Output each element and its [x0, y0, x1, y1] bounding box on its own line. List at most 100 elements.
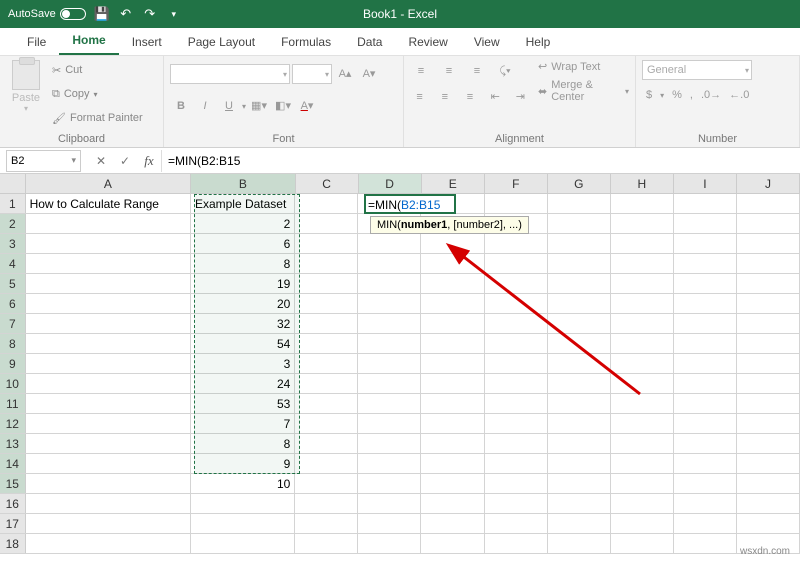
- cell[interactable]: 2: [191, 214, 295, 233]
- tab-view[interactable]: View: [461, 29, 513, 55]
- cell[interactable]: [26, 354, 191, 373]
- cell[interactable]: [295, 354, 358, 373]
- cell[interactable]: [674, 494, 737, 513]
- percent-button[interactable]: %: [672, 89, 682, 101]
- cell[interactable]: [295, 194, 358, 213]
- cell[interactable]: [485, 274, 548, 293]
- format-painter-button[interactable]: 🖌Format Painter: [52, 108, 143, 128]
- cell[interactable]: 8: [191, 434, 295, 453]
- cell[interactable]: [674, 314, 737, 333]
- tab-insert[interactable]: Insert: [119, 29, 175, 55]
- cell[interactable]: [611, 334, 674, 353]
- row-header[interactable]: 6: [0, 294, 26, 313]
- cell[interactable]: [548, 374, 611, 393]
- cell[interactable]: [358, 354, 421, 373]
- cell[interactable]: [295, 214, 358, 233]
- row-header[interactable]: 5: [0, 274, 26, 293]
- cell[interactable]: [295, 514, 358, 533]
- increase-indent-icon[interactable]: ⇥: [511, 86, 530, 108]
- cell[interactable]: [26, 334, 191, 353]
- cell[interactable]: 19: [191, 274, 295, 293]
- row-header[interactable]: 12: [0, 414, 26, 433]
- cell[interactable]: [485, 394, 548, 413]
- cell[interactable]: [295, 394, 358, 413]
- cell[interactable]: [421, 534, 484, 553]
- cell[interactable]: [674, 454, 737, 473]
- cell[interactable]: [295, 434, 358, 453]
- cell[interactable]: [737, 414, 800, 433]
- cell[interactable]: 9: [191, 454, 295, 473]
- cell[interactable]: [421, 514, 484, 533]
- select-all-corner[interactable]: [0, 174, 26, 193]
- cell[interactable]: [485, 374, 548, 393]
- cell[interactable]: [611, 234, 674, 253]
- cell[interactable]: [26, 414, 191, 433]
- row-header[interactable]: 18: [0, 534, 26, 553]
- col-header-c[interactable]: C: [296, 174, 359, 193]
- cell[interactable]: [358, 234, 421, 253]
- col-header-a[interactable]: A: [26, 174, 192, 193]
- cell[interactable]: [295, 314, 358, 333]
- cell[interactable]: [674, 534, 737, 553]
- row-header[interactable]: 13: [0, 434, 26, 453]
- currency-button[interactable]: $: [646, 89, 652, 101]
- number-format-select[interactable]: General: [642, 60, 752, 80]
- cell[interactable]: [485, 194, 548, 213]
- cell[interactable]: [737, 274, 800, 293]
- cell[interactable]: Example Dataset: [191, 194, 295, 213]
- cell[interactable]: [611, 294, 674, 313]
- cell[interactable]: [26, 374, 191, 393]
- cell[interactable]: 10: [191, 474, 295, 493]
- cell[interactable]: [674, 294, 737, 313]
- increase-font-icon[interactable]: A▴: [334, 63, 356, 85]
- col-header-i[interactable]: I: [674, 174, 737, 193]
- cell[interactable]: [295, 334, 358, 353]
- row-header[interactable]: 11: [0, 394, 26, 413]
- cell[interactable]: [295, 374, 358, 393]
- cell[interactable]: [358, 514, 421, 533]
- decrease-indent-icon[interactable]: ⇤: [486, 86, 505, 108]
- cell[interactable]: [191, 494, 295, 513]
- font-size-select[interactable]: [292, 64, 332, 84]
- cell[interactable]: [358, 254, 421, 273]
- cell[interactable]: [548, 314, 611, 333]
- cell[interactable]: [358, 274, 421, 293]
- align-middle-icon[interactable]: ≡: [438, 60, 460, 82]
- cell[interactable]: [737, 374, 800, 393]
- name-box[interactable]: B2: [6, 150, 81, 172]
- cell[interactable]: [421, 454, 484, 473]
- cell[interactable]: [674, 394, 737, 413]
- cell[interactable]: [737, 454, 800, 473]
- cell[interactable]: [674, 194, 737, 213]
- cell[interactable]: [674, 354, 737, 373]
- cell[interactable]: [485, 254, 548, 273]
- align-right-icon[interactable]: ≡: [460, 86, 479, 108]
- row-header[interactable]: 10: [0, 374, 26, 393]
- cell[interactable]: [674, 434, 737, 453]
- cell[interactable]: [548, 254, 611, 273]
- customize-qat-icon[interactable]: ▾: [166, 9, 182, 20]
- cell[interactable]: [26, 314, 191, 333]
- cell[interactable]: [485, 234, 548, 253]
- col-header-b[interactable]: B: [191, 174, 295, 193]
- cell[interactable]: [611, 314, 674, 333]
- cell[interactable]: [26, 514, 191, 533]
- bold-button[interactable]: B: [170, 95, 192, 117]
- cell[interactable]: [485, 334, 548, 353]
- cell[interactable]: [548, 354, 611, 373]
- cell[interactable]: [548, 394, 611, 413]
- cell[interactable]: [548, 434, 611, 453]
- save-icon[interactable]: 💾: [94, 6, 110, 22]
- cell[interactable]: [611, 514, 674, 533]
- cell[interactable]: [295, 254, 358, 273]
- orientation-icon[interactable]: ⤹▾: [494, 60, 516, 82]
- cell[interactable]: [548, 294, 611, 313]
- col-header-g[interactable]: G: [548, 174, 611, 193]
- cell[interactable]: [295, 474, 358, 493]
- cell-editor[interactable]: =MIN(B2:B15: [364, 194, 456, 214]
- cell[interactable]: [485, 454, 548, 473]
- cell[interactable]: [295, 494, 358, 513]
- font-color-button[interactable]: A▾: [296, 95, 318, 117]
- cell[interactable]: [26, 474, 191, 493]
- cell[interactable]: [421, 434, 484, 453]
